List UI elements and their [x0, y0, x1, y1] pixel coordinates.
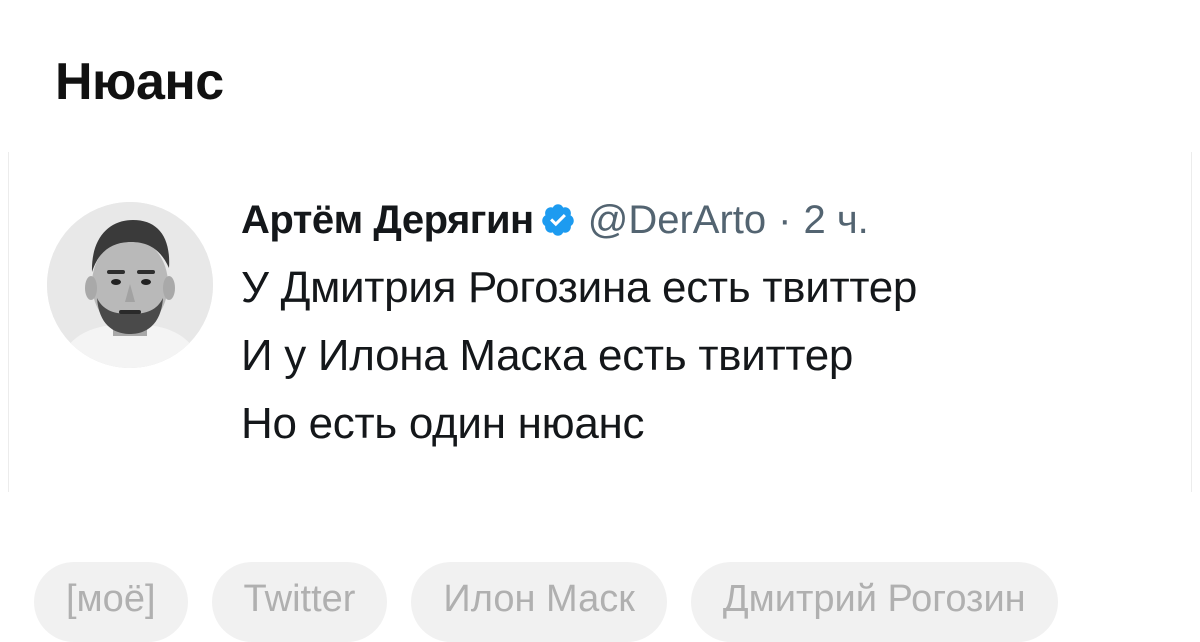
tag-elon-musk[interactable]: Илон Маск	[411, 562, 667, 642]
tweet-timestamp[interactable]: 2 ч.	[803, 198, 868, 243]
tag-dmitry-rogozin[interactable]: Дмитрий Рогозин	[690, 562, 1058, 642]
verified-badge-icon	[540, 202, 576, 238]
author-handle[interactable]: @DerArto	[588, 198, 766, 243]
meta-separator: ·	[778, 197, 792, 242]
post-title: Нюанс	[55, 53, 224, 111]
author-avatar[interactable]	[47, 202, 213, 368]
tag-list: [моё] Twitter Илон Маск Дмитрий Рогозин	[34, 562, 1058, 642]
author-name[interactable]: Артём Дерягин	[241, 198, 534, 243]
tweet-header: Артём Дерягин @DerArto · 2 ч.	[241, 186, 1171, 254]
tweet-embed[interactable]: Артём Дерягин @DerArto · 2 ч. У Дмитрия …	[8, 152, 1192, 492]
tweet-body: Артём Дерягин @DerArto · 2 ч. У Дмитрия …	[241, 186, 1171, 458]
tweet-text: У Дмитрия Рогозина есть твиттер И у Илон…	[241, 254, 1171, 458]
tweet-text-line: И у Илона Маска есть твиттер	[241, 331, 854, 380]
tweet-text-line: Но есть один нюанс	[241, 399, 645, 448]
tag-twitter[interactable]: Twitter	[211, 562, 388, 642]
avatar-photo	[47, 202, 213, 368]
tweet-text-line: У Дмитрия Рогозина есть твиттер	[241, 263, 918, 312]
tag-moe[interactable]: [моё]	[34, 562, 188, 642]
